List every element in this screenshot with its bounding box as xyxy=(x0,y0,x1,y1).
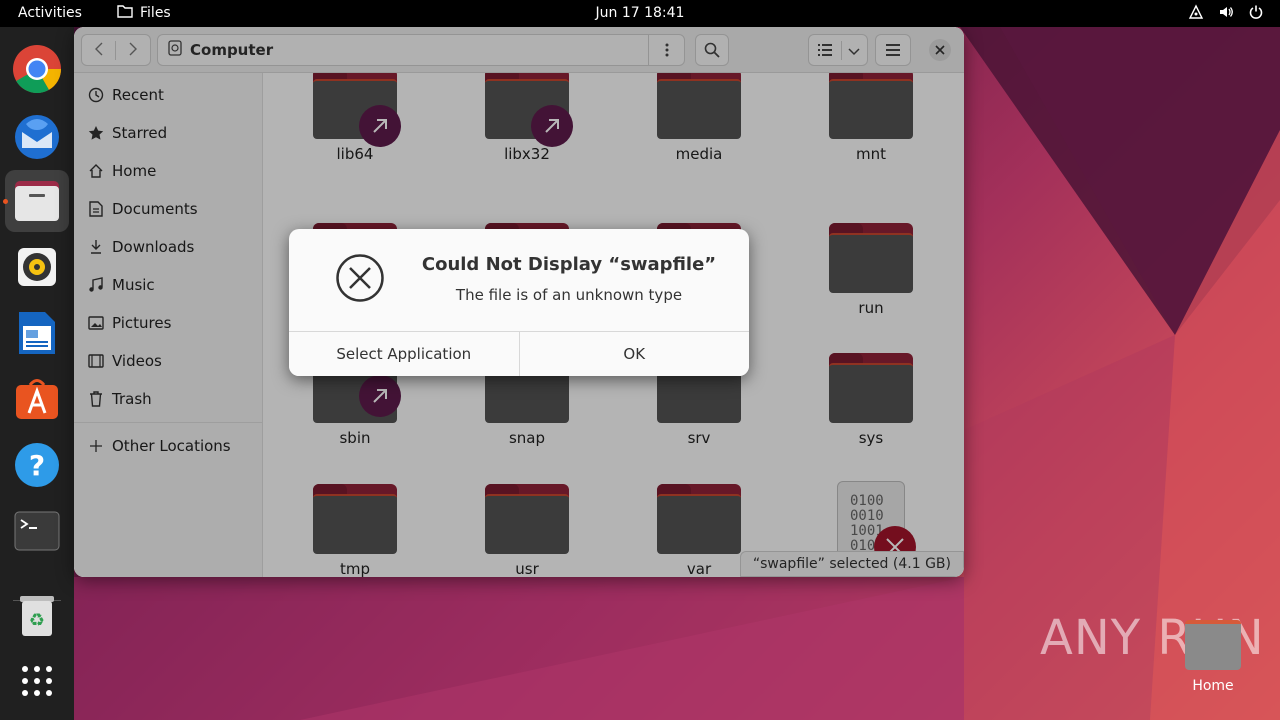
svg-text:?: ? xyxy=(29,449,45,482)
system-tray[interactable] xyxy=(1188,4,1264,24)
clock[interactable]: Jun 17 18:41 xyxy=(0,5,1280,21)
terminal-icon[interactable] xyxy=(11,505,63,557)
power-icon xyxy=(1248,4,1264,24)
running-indicator xyxy=(3,199,8,204)
network-icon xyxy=(1188,4,1204,24)
dialog-title: Could Not Display “swapfile” xyxy=(421,254,717,275)
trash-icon[interactable]: ♻ xyxy=(11,589,63,641)
dock: ? ♻ xyxy=(0,27,74,720)
dialog-actions: Select Application OK xyxy=(289,331,749,376)
select-application-button[interactable]: Select Application xyxy=(289,332,519,376)
help-icon[interactable]: ? xyxy=(11,439,63,491)
app-center-icon[interactable] xyxy=(11,373,63,425)
volume-icon xyxy=(1218,4,1234,24)
error-circle-icon xyxy=(335,253,385,307)
files-icon[interactable] xyxy=(11,175,63,227)
home-folder-icon xyxy=(1185,620,1241,670)
libreoffice-writer-icon[interactable] xyxy=(11,307,63,359)
svg-text:♻: ♻ xyxy=(29,610,45,631)
dialog-message: The file is of an unknown type xyxy=(455,286,683,304)
rhythmbox-icon[interactable] xyxy=(11,241,63,293)
thunderbird-icon[interactable] xyxy=(11,109,63,161)
desktop-home-icon[interactable]: Home xyxy=(1184,620,1242,694)
chrome-icon[interactable] xyxy=(11,43,63,95)
top-bar: Activities Files Jun 17 18:41 xyxy=(0,0,1280,27)
desktop-home-label: Home xyxy=(1192,678,1234,694)
show-apps-icon[interactable] xyxy=(11,655,63,707)
error-dialog: Could Not Display “swapfile” The file is… xyxy=(289,229,749,376)
ok-button[interactable]: OK xyxy=(518,332,749,376)
